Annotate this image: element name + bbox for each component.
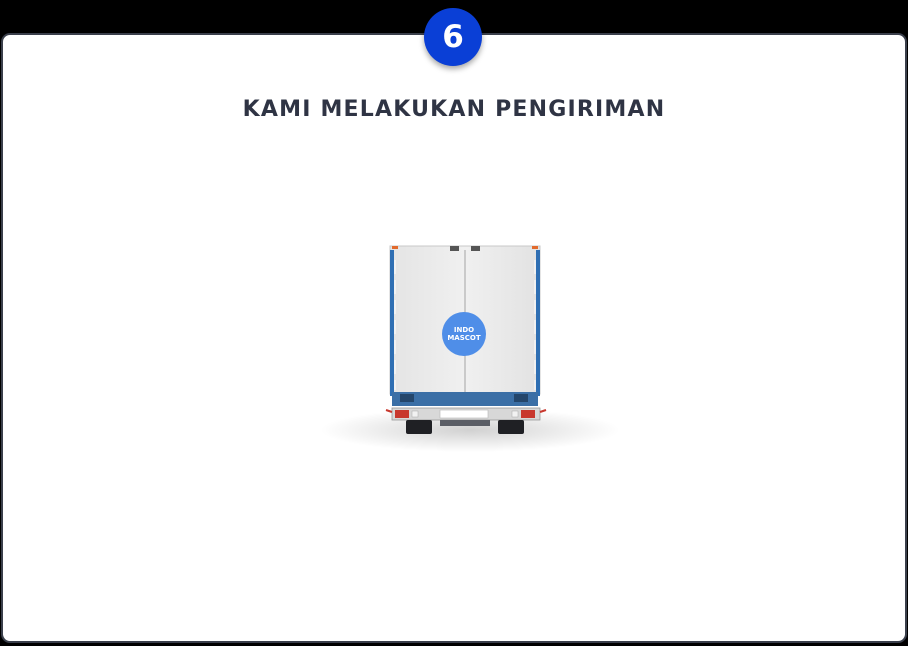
logo-text-line1: INDO bbox=[454, 326, 474, 334]
tail-light-left bbox=[395, 410, 409, 418]
wheel-left bbox=[406, 420, 432, 434]
tail-light-right bbox=[521, 410, 535, 418]
wheel-right bbox=[498, 420, 524, 434]
company-logo: INDO MASCOT bbox=[442, 312, 486, 356]
delivery-truck-illustration: INDO MASCOT bbox=[320, 245, 620, 452]
license-plate bbox=[439, 409, 489, 419]
step-number-badge: 6 bbox=[424, 8, 482, 66]
step-title: KAMI MELAKUKAN PENGIRIMAN bbox=[242, 97, 666, 122]
step-screen: 6 KAMI MELAKUKAN PENGIRIMAN INDO MASCOT bbox=[0, 0, 908, 646]
logo-text-line2: MASCOT bbox=[447, 334, 481, 342]
step-number: 6 bbox=[442, 18, 464, 55]
